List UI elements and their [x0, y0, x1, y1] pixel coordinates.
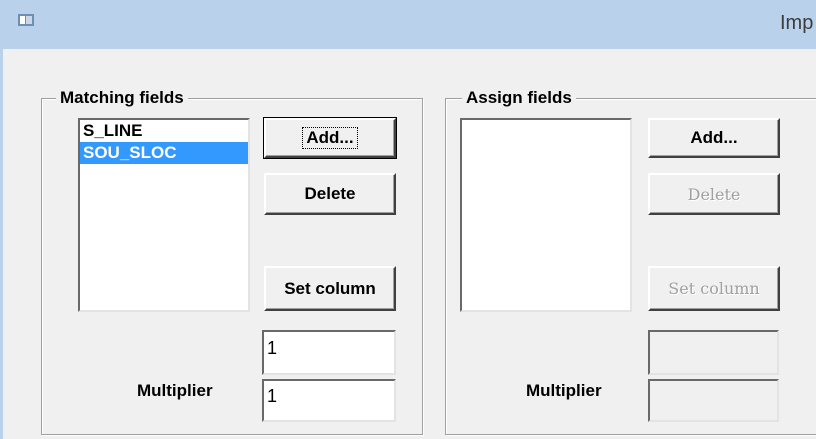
matching-add-button[interactable]: Add...: [263, 117, 397, 159]
matching-add-label: Add...: [302, 127, 358, 149]
matching-value-input[interactable]: 1: [262, 330, 396, 375]
matching-fields-caption: Matching fields: [56, 87, 188, 109]
assign-multiplier-input[interactable]: [648, 379, 779, 422]
assign-multiplier-label: Multiplier: [526, 381, 602, 400]
assign-set-column-button[interactable]: Set column: [648, 266, 780, 311]
assign-delete-button[interactable]: Delete: [648, 173, 780, 215]
assign-set-column-label: Set column: [668, 279, 760, 298]
assign-delete-label: Delete: [687, 184, 741, 204]
assign-fields-caption: Assign fields: [462, 87, 576, 109]
assign-value-input[interactable]: [648, 330, 779, 375]
window-icon: [18, 14, 34, 26]
window-title: Imp: [780, 12, 814, 34]
matching-delete-button[interactable]: Delete: [264, 173, 396, 215]
matching-multiplier-input[interactable]: 1: [262, 379, 396, 422]
assign-add-button[interactable]: Add...: [648, 118, 780, 158]
matching-fields-list[interactable]: S_LINE SOU_SLOC: [78, 118, 250, 312]
matching-delete-label: Delete: [304, 184, 356, 203]
list-item[interactable]: S_LINE: [80, 120, 248, 142]
window-frame-left: [0, 49, 3, 439]
title-bar[interactable]: Imp: [0, 0, 816, 49]
list-item[interactable]: SOU_SLOC: [80, 142, 248, 164]
matching-value-text: 1: [267, 338, 278, 358]
matching-multiplier-label: Multiplier: [137, 381, 213, 400]
assign-add-label: Add...: [690, 128, 738, 147]
matching-set-column-button[interactable]: Set column: [264, 266, 396, 311]
matching-multiplier-text: 1: [267, 386, 278, 406]
matching-set-column-label: Set column: [284, 278, 376, 298]
assign-fields-list[interactable]: [460, 118, 632, 312]
